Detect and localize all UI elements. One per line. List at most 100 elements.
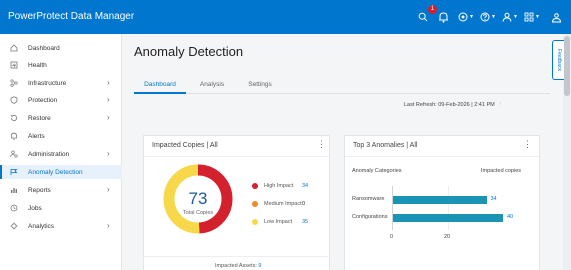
chevron-right-icon: ›: [107, 221, 110, 230]
apps-icon[interactable]: ▼: [524, 10, 540, 24]
sidebar-item-dashboard[interactable]: Dashboard: [0, 41, 122, 55]
jobs-icon[interactable]: ▼: [458, 10, 474, 24]
legend-value-medium: 0: [302, 201, 306, 207]
last-refresh: Last Refresh: 09-Feb-2026 | 2:41 PM ⋮: [404, 102, 503, 108]
user-icon[interactable]: ▼: [502, 10, 518, 24]
grid-line: [448, 186, 449, 230]
divider: [345, 156, 539, 157]
chevron-right-icon: ›: [107, 149, 110, 158]
health-icon: [10, 61, 24, 69]
search-icon[interactable]: [418, 10, 428, 24]
chevron-right-icon: ›: [107, 78, 110, 87]
divider: [144, 156, 329, 157]
feedback-label: Feedback: [555, 49, 562, 71]
tab-settings[interactable]: Settings: [238, 78, 282, 94]
bell-icon[interactable]: [438, 10, 449, 24]
app-title: PowerProtect Data Manager: [8, 11, 135, 22]
sidebar-item-anomaly-detection[interactable]: Anomaly Detection: [0, 165, 122, 179]
bar-ransomware[interactable]: [393, 196, 487, 204]
impacted-assets-label: Impacted Assets:: [215, 263, 257, 269]
card-title: Top 3 Anomalies | All: [353, 142, 418, 149]
sidebar-item-label: Administration: [28, 150, 70, 158]
last-refresh-text: Last Refresh: 09-Feb-2026 | 2:41 PM: [404, 102, 495, 108]
sidebar-item-health[interactable]: Health: [0, 58, 122, 72]
sidebar-item-label: Analytics: [28, 222, 55, 230]
total-copies-value: 73: [188, 189, 208, 208]
legend-medium-impact: Medium Impact: [252, 199, 302, 209]
divider: [143, 256, 330, 257]
legend-dot-high: [252, 183, 258, 189]
legend-high-impact: High Impact: [252, 181, 293, 191]
impacted-assets-value[interactable]: 9: [258, 263, 261, 269]
impacted-copies-header: Impacted copies: [481, 168, 522, 174]
sidebar-item-label: Alerts: [28, 132, 45, 140]
anomaly-icon: [10, 168, 24, 176]
sidebar-item-label: Jobs: [28, 204, 42, 212]
kebab-menu-icon[interactable]: ⋮: [523, 140, 532, 149]
chevron-down-icon: ▼: [469, 13, 474, 20]
settings-icon[interactable]: [551, 10, 562, 24]
legend-dot-low: [252, 219, 258, 225]
sidebar-item-administration[interactable]: Administration ›: [0, 147, 122, 161]
legend-label: High Impact: [264, 183, 294, 189]
top-bar: PowerProtect Data Manager 1 ▼ ▼ ▼ ▼: [0, 0, 571, 34]
legend-label: Low Impact: [264, 219, 293, 225]
sidebar-item-restore[interactable]: Restore ›: [0, 111, 122, 125]
x-tick-label: 0: [390, 234, 394, 240]
bell-icon: [10, 132, 24, 140]
analytics-icon: [10, 222, 24, 230]
sidebar-item-label: Health: [28, 61, 47, 69]
tab-bar: Dashboard Analysis Settings: [134, 78, 550, 94]
reports-icon: [10, 186, 24, 194]
sidebar-item-alerts[interactable]: Alerts: [0, 129, 122, 143]
legend-value-high[interactable]: 34: [302, 181, 308, 191]
bar-label: Ransomware: [352, 196, 385, 202]
chevron-right-icon: ›: [107, 185, 110, 194]
feedback-tab[interactable]: Feedback: [552, 40, 564, 80]
chevron-right-icon: ›: [107, 113, 110, 122]
anomaly-categories-header: Anomaly Categories: [352, 168, 402, 174]
page-title: Anomaly Detection: [134, 44, 244, 59]
sidebar-item-label: Reports: [28, 186, 51, 194]
bar-label: Configurations: [352, 214, 388, 220]
infrastructure-icon: [10, 79, 24, 87]
sidebar-item-jobs[interactable]: Jobs: [0, 201, 122, 215]
sidebar-item-reports[interactable]: Reports ›: [0, 183, 122, 197]
admin-icon: [10, 150, 24, 158]
clock-icon: [10, 204, 24, 212]
tab-analysis[interactable]: Analysis: [190, 78, 234, 94]
legend-label: Medium Impact: [264, 201, 302, 207]
bar-value[interactable]: 40: [507, 214, 513, 220]
sidebar-item-analytics[interactable]: Analytics ›: [0, 219, 122, 233]
sidebar-item-infrastructure[interactable]: Infrastructure ›: [0, 76, 122, 90]
restore-icon: [10, 114, 24, 122]
donut-center: 73 Total Copies: [162, 189, 234, 217]
sidebar-item-label: Protection: [28, 96, 58, 104]
bar-value[interactable]: 34: [491, 196, 497, 202]
total-copies-label: Total Copies: [182, 210, 214, 216]
legend-low-impact: Low Impact: [252, 217, 292, 227]
chevron-right-icon: ›: [107, 95, 110, 104]
sidebar-item-label: Restore: [28, 114, 51, 122]
chevron-down-icon: ▼: [535, 13, 540, 20]
legend-dot-medium: [252, 201, 258, 207]
home-icon: [10, 44, 24, 52]
help-icon[interactable]: ▼: [480, 10, 496, 24]
chevron-down-icon: ▼: [491, 13, 496, 20]
impacted-assets: Impacted Assets: 9: [215, 263, 261, 269]
legend-value-low[interactable]: 35: [302, 217, 308, 227]
chevron-down-icon: ▼: [513, 13, 518, 20]
sidebar-item-protection[interactable]: Protection ›: [0, 93, 122, 107]
sidebar-item-label: Anomaly Detection: [28, 168, 83, 176]
scrollbar-thumb[interactable]: [564, 36, 570, 96]
tab-dashboard[interactable]: Dashboard: [134, 78, 186, 94]
kebab-menu-icon[interactable]: ⋮: [317, 140, 326, 149]
card-title: Impacted Copies | All: [152, 142, 218, 149]
axis-line: [392, 186, 393, 230]
shield-icon: [10, 96, 24, 104]
bar-configurations[interactable]: [393, 214, 503, 222]
notification-badge: 1: [428, 5, 437, 14]
x-tick-label: 20: [444, 234, 451, 240]
refresh-menu-icon[interactable]: ⋮: [498, 102, 504, 108]
sidebar-item-label: Infrastructure: [28, 79, 67, 87]
